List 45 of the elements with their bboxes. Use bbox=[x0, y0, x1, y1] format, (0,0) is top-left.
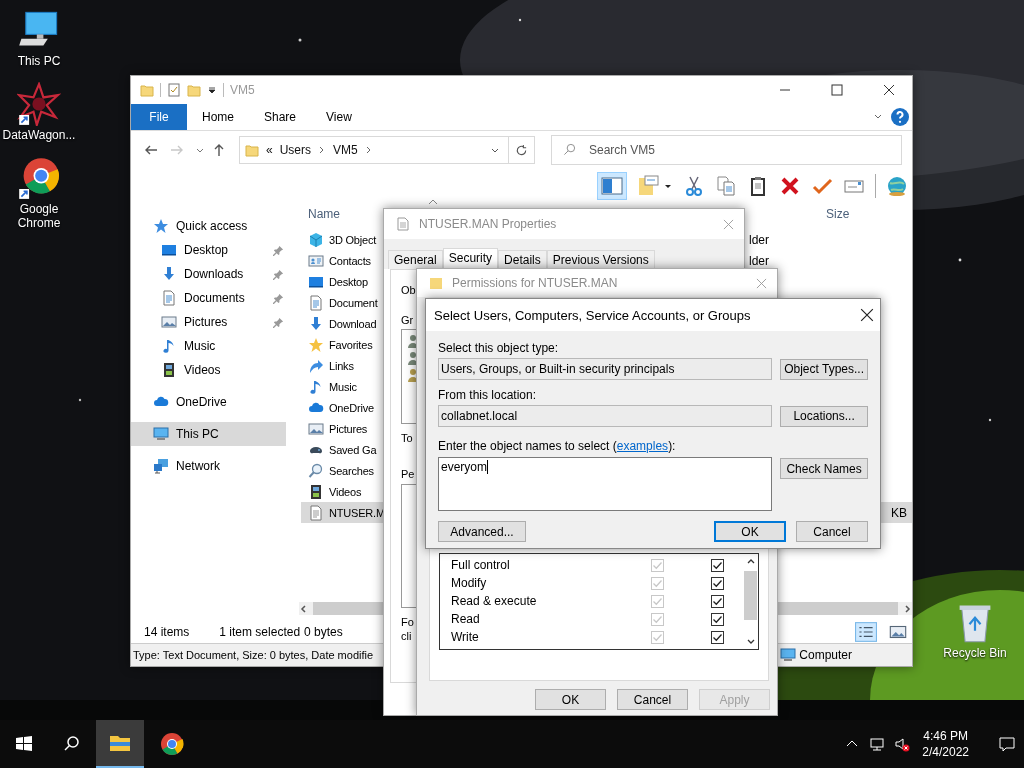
dialog-title: NTUSER.MAN Properties bbox=[419, 217, 557, 231]
file-name: Document bbox=[329, 296, 378, 309]
file-name: Videos bbox=[329, 485, 362, 498]
icon-label: DataWagon... bbox=[2, 128, 76, 142]
permission-name: Modify bbox=[450, 576, 488, 590]
table-cell: KB bbox=[891, 505, 907, 520]
permission-name: Read bbox=[450, 612, 481, 626]
selection-size: 0 bytes bbox=[304, 624, 343, 639]
label-fragment: Gr bbox=[401, 313, 414, 327]
field-label: From this location: bbox=[438, 388, 538, 402]
field-label: Enter the object names to select (examples): bbox=[438, 439, 677, 453]
window-title: VM5 bbox=[230, 83, 255, 97]
label-fragment: Ob bbox=[401, 283, 416, 297]
details-text: Type: Text Document, Size: 0 bytes, Date modifie bbox=[133, 649, 374, 661]
permission-name: Write bbox=[450, 630, 480, 644]
file-name: OneDrive bbox=[329, 401, 374, 414]
location-text: Computer bbox=[799, 648, 852, 662]
label-fragment: To bbox=[401, 431, 413, 445]
file-name: Desktop bbox=[329, 275, 368, 288]
file-name: 3D Object bbox=[329, 233, 377, 246]
file-name: Favorites bbox=[329, 338, 373, 351]
icon-label: This PC bbox=[17, 54, 61, 68]
item-count: 14 items bbox=[144, 624, 190, 639]
file-name: Searches bbox=[329, 464, 374, 477]
selection-count: 1 item selected bbox=[219, 624, 301, 639]
icon-label: Recycle Bin bbox=[943, 646, 1007, 660]
file-name: Download bbox=[329, 317, 377, 330]
file-name: Pictures bbox=[329, 422, 368, 435]
label-fragment: Pe bbox=[401, 467, 415, 481]
file-name: Saved Ga bbox=[329, 443, 377, 456]
permission-name: Read & execute bbox=[450, 594, 538, 608]
label-fragment: cli bbox=[401, 629, 412, 643]
file-name: Links bbox=[329, 359, 354, 372]
dialog-title: Select Users, Computers, Service Accounts, or Groups bbox=[434, 307, 751, 323]
permission-name: Full control bbox=[450, 558, 511, 572]
label-fragment: Fo bbox=[401, 615, 414, 629]
object-type-field: Users, Groups, or Built-in security principals bbox=[438, 358, 773, 380]
file-name: Contacts bbox=[329, 254, 371, 267]
table-cell: lder bbox=[749, 232, 769, 247]
file-name: Music bbox=[329, 380, 357, 393]
dialog-title: Permissions for NTUSER.MAN bbox=[452, 276, 618, 290]
location-field: collabnet.local bbox=[438, 405, 773, 427]
icon-label: Google Chrome bbox=[16, 202, 62, 230]
table-cell: lder bbox=[749, 253, 769, 268]
field-label: Select this object type: bbox=[438, 341, 560, 355]
